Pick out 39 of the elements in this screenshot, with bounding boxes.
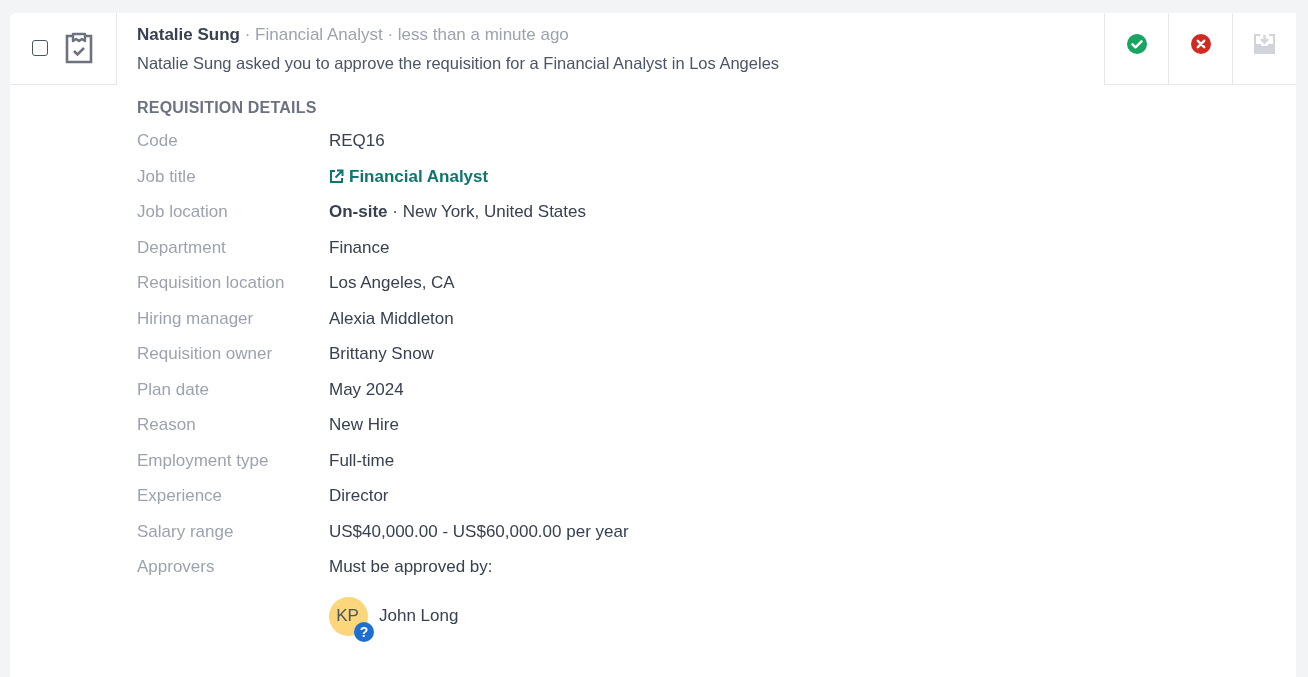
field-label: Job title xyxy=(137,166,197,187)
field-value: Must be approved by: xyxy=(329,557,493,576)
field-label: Experience xyxy=(137,486,224,506)
notification-title: Natalie Sung · Financial Analyst · less than a minute ago xyxy=(137,25,570,45)
tray-download-icon xyxy=(1254,33,1275,54)
field-label: Job location xyxy=(137,202,229,222)
field-label: Salary range xyxy=(137,521,235,542)
field-value: New Hire xyxy=(329,415,399,434)
field-label: Approvers xyxy=(137,557,216,577)
field-label: Employment type xyxy=(137,450,270,471)
field-label: Code xyxy=(137,131,179,151)
reject-button[interactable] xyxy=(1168,13,1232,85)
field-value: Finance xyxy=(329,237,390,257)
field-label: Requisition location xyxy=(137,273,286,293)
field-value: May 2024 xyxy=(329,379,404,399)
field-label: Reason xyxy=(137,415,197,435)
external-link-icon xyxy=(329,169,344,184)
field-value: On-site · New York, United States xyxy=(329,202,586,221)
field-value: Los Angeles, CA xyxy=(329,273,455,292)
checkbox[interactable] xyxy=(32,39,48,56)
field-label: Department xyxy=(137,237,227,258)
field-label: Requisition owner xyxy=(137,344,274,364)
field-value: REQ16 xyxy=(329,131,385,150)
field-label: Plan date xyxy=(137,379,210,400)
approve-button[interactable] xyxy=(1104,13,1168,85)
approver-name: John Long xyxy=(379,606,459,626)
notification-description: Natalie Sung asked you to approve the requisition for a Financial Analyst in Los Angeles xyxy=(137,54,781,73)
field-value: Director xyxy=(329,486,389,505)
field-value: Brittany Snow xyxy=(329,344,434,363)
job-title-link[interactable]: Financial Analyst xyxy=(329,166,489,187)
clipboard-check-icon xyxy=(64,31,94,64)
x-circle-icon xyxy=(1190,33,1211,54)
check-circle-icon xyxy=(1126,33,1147,54)
section-heading: REQUISITION DETAILS xyxy=(137,99,318,117)
field-value: Alexia Middleton xyxy=(329,308,454,328)
field-label: Hiring manager xyxy=(137,308,255,329)
status-badge: ? xyxy=(354,621,374,642)
field-value: US$40,000.00 - US$60,000.00 per year xyxy=(329,521,629,541)
field-value: Full-time xyxy=(329,450,395,470)
